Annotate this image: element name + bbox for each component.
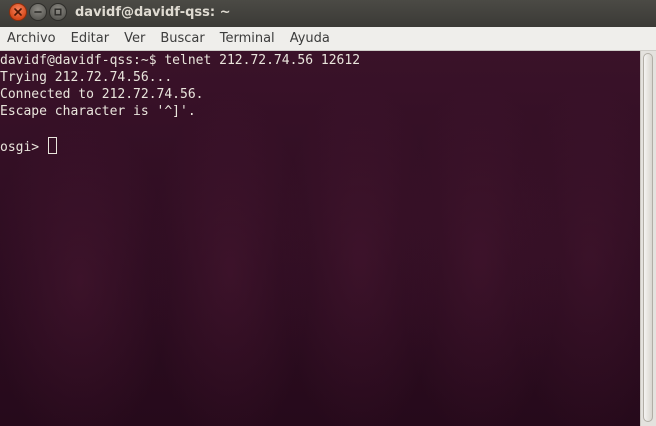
menu-editar[interactable]: Editar — [64, 28, 118, 50]
menu-ayuda[interactable]: Ayuda — [283, 28, 338, 50]
title-bar[interactable]: davidf@davidf-qss: ~ — [0, 0, 656, 27]
terminal-line-connected: Connected to 212.72.74.56. — [0, 87, 204, 102]
maximize-icon — [54, 8, 62, 16]
terminal-window: davidf@davidf-qss: ~ Archivo Editar Ver … — [0, 0, 656, 426]
terminal-line-command: davidf@davidf-qss:~$ telnet 212.72.74.56… — [0, 53, 361, 68]
maximize-button[interactable] — [49, 3, 67, 21]
osgi-prompt: osgi> — [0, 140, 47, 155]
vertical-scrollbar[interactable] — [640, 51, 656, 426]
menu-ver[interactable]: Ver — [117, 28, 153, 50]
text-cursor — [47, 137, 57, 154]
scrollbar-thumb[interactable] — [643, 53, 653, 422]
minimize-icon — [34, 11, 42, 13]
menu-buscar[interactable]: Buscar — [153, 28, 212, 50]
terminal-line-trying: Trying 212.72.74.56... — [0, 70, 173, 85]
window-title: davidf@davidf-qss: ~ — [75, 5, 231, 20]
terminal-line-escape: Escape character is '^]'. — [0, 104, 196, 119]
menu-bar: Archivo Editar Ver Buscar Terminal Ayuda — [0, 27, 656, 51]
close-button[interactable] — [9, 3, 27, 21]
menu-archivo[interactable]: Archivo — [0, 28, 64, 50]
close-icon — [14, 8, 22, 16]
menu-terminal[interactable]: Terminal — [213, 28, 283, 50]
terminal-prompt-line[interactable]: osgi> — [0, 137, 57, 156]
minimize-button[interactable] — [29, 3, 47, 21]
terminal-output[interactable]: davidf@davidf-qss:~$ telnet 212.72.74.56… — [0, 51, 640, 426]
